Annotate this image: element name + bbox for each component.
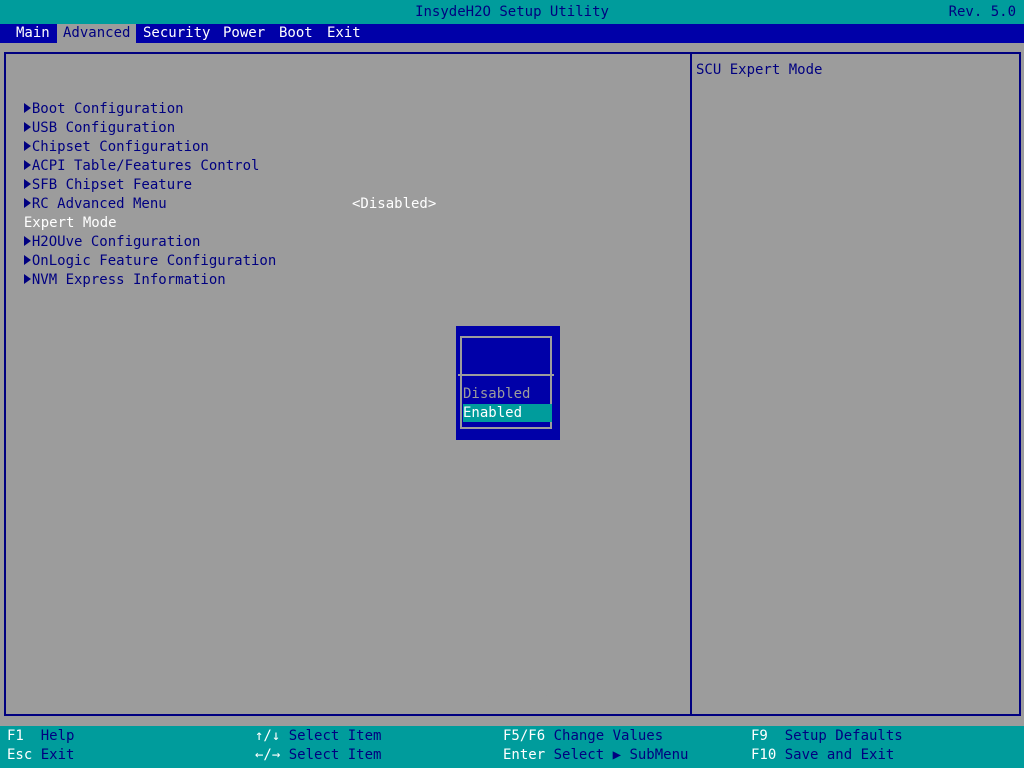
menu-item-rc-advanced[interactable]: RC Advanced Menu	[7, 176, 167, 212]
tab-security[interactable]: Security	[137, 24, 216, 43]
expert-mode-value[interactable]: <Disabled>	[352, 195, 436, 214]
menu-item-nvm-express[interactable]: NVM Express Information	[7, 252, 226, 288]
title-bar: InsydeH2O Setup Utility Rev. 5.0	[0, 0, 1024, 24]
popup-separator	[458, 374, 554, 376]
legend-exit: Esc Exit	[7, 747, 75, 763]
legend-setup-defaults: F9 Setup Defaults	[751, 728, 903, 744]
option-popup: Expert Mode	[456, 326, 562, 701]
app-title: InsydeH2O Setup Utility	[415, 4, 609, 20]
tab-power[interactable]: Power	[217, 24, 271, 43]
tab-exit[interactable]: Exit	[321, 24, 367, 43]
legend-select-item-horizontal: ←/→ Select Item	[255, 747, 382, 763]
help-text: SCU Expert Mode	[696, 62, 823, 78]
menu-item-boot-configuration[interactable]: Boot Configuration	[7, 81, 184, 117]
menu-item-expert-mode[interactable]: Expert Mode	[7, 195, 117, 231]
tab-boot[interactable]: Boot	[273, 24, 319, 43]
key-legend-bar: F1 Help Esc Exit ↑/↓ Select Item ←/→ Sel…	[0, 726, 1024, 768]
tab-advanced[interactable]: Advanced	[57, 24, 137, 43]
menu-item-acpi-table[interactable]: ACPI Table/Features Control	[7, 138, 259, 174]
tab-main[interactable]: Main	[10, 24, 56, 43]
submenu-arrow-icon	[23, 273, 31, 284]
legend-select-submenu: Enter Select ▶ SubMenu	[503, 747, 689, 763]
menu-item-onlogic-feature[interactable]: OnLogic Feature Configuration	[7, 233, 276, 269]
menu-item-sfb-chipset[interactable]: SFB Chipset Feature	[7, 157, 192, 193]
legend-change-values: F5/F6 Change Values	[503, 728, 664, 744]
legend-select-item-vertical: ↑/↓ Select Item	[255, 728, 382, 744]
menu-item-h2ouve-configuration[interactable]: H2OUve Configuration	[7, 214, 200, 250]
menu-bar: Main Advanced Security Power Boot Exit	[0, 24, 1024, 43]
legend-help: F1 Help	[7, 728, 75, 744]
popup-title: Expert Mode	[469, 685, 562, 701]
popup-option-enabled[interactable]: Enabled	[463, 404, 552, 422]
revision-label: Rev. 5.0	[948, 4, 1016, 20]
popup-option-disabled[interactable]: Disabled	[463, 385, 552, 403]
legend-save-exit: F10 Save and Exit	[751, 747, 895, 763]
panel-divider	[690, 52, 692, 716]
menu-item-usb-configuration[interactable]: USB Configuration	[7, 100, 175, 136]
menu-item-chipset-configuration[interactable]: Chipset Configuration	[7, 119, 209, 155]
